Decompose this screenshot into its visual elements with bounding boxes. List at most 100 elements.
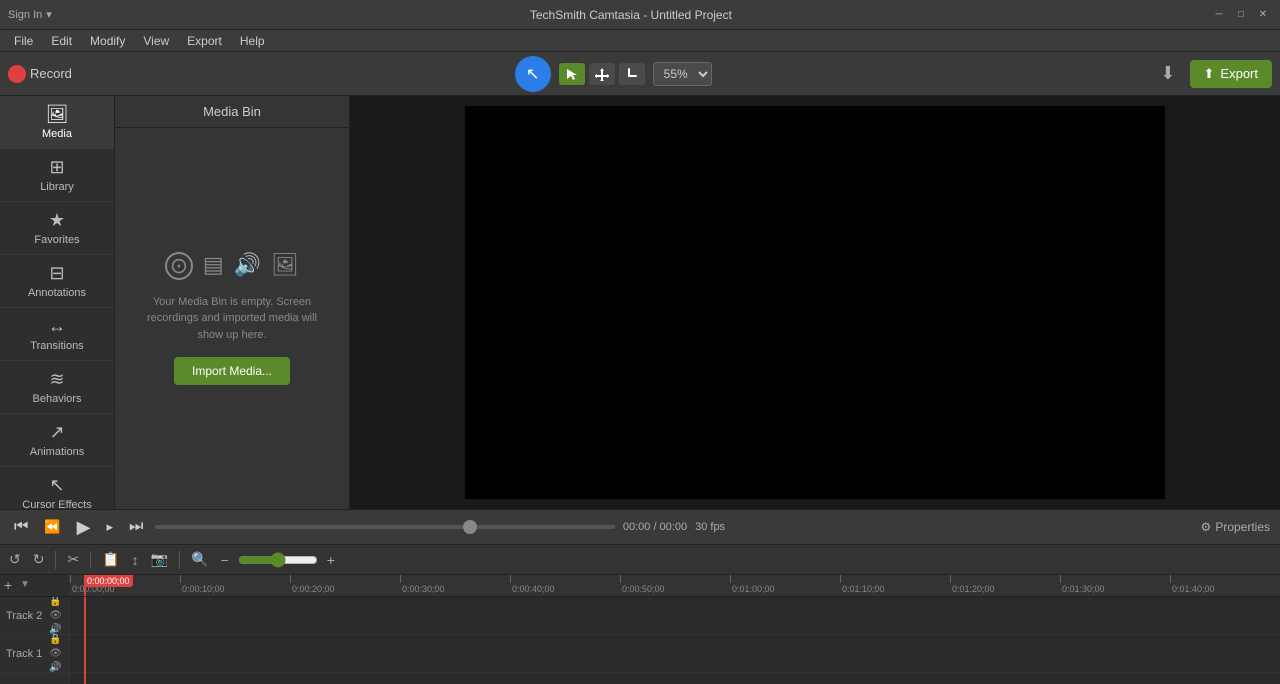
cut-button[interactable]: ✂: [64, 549, 82, 570]
track-2-label: Track 2: [6, 610, 42, 622]
sidebar-item-media[interactable]: 🖼 Media: [0, 96, 114, 149]
scrubber-thumb: [463, 520, 477, 534]
menu-file[interactable]: File: [6, 32, 41, 50]
preview-area: [350, 96, 1280, 509]
time-indicator: 0:00:00;00: [84, 575, 133, 587]
sidebar-item-behaviors[interactable]: ≋ Behaviors: [0, 361, 114, 414]
track-labels: Track 2 🔒 👁 🔊 Track 1 🔒 👁 🔊: [0, 597, 70, 684]
export-label: Export: [1220, 66, 1258, 81]
ruler-mark: 0:00:40;00: [510, 575, 555, 596]
timeline-track-content[interactable]: [70, 597, 1280, 684]
record-media-icon: ⊙: [165, 252, 193, 280]
select-tool-button[interactable]: [559, 63, 585, 85]
ruler-mark: 0:01:40;00: [1170, 575, 1215, 596]
main-content: 🖼 Media ⊞ Library ★ Favorites ⊟ Annotati…: [0, 96, 1280, 509]
track-row-1: [70, 635, 1280, 673]
behaviors-icon: ≋: [49, 369, 64, 390]
skip-forward-button[interactable]: ⏭: [125, 516, 147, 538]
menu-bar: File Edit Modify View Export Help: [0, 30, 1280, 52]
track-label-1: Track 1 🔒 👁 🔊: [0, 635, 69, 673]
snapshot-button[interactable]: 📷: [148, 549, 171, 570]
zoom-in-icon-button[interactable]: 🔍: [188, 549, 211, 570]
track-2-lock-button[interactable]: 🔒: [48, 597, 63, 608]
cursor-arrow-icon: ↖: [526, 64, 539, 84]
menu-modify[interactable]: Modify: [82, 32, 133, 50]
sidebar-label-transitions: Transitions: [30, 340, 83, 352]
gear-icon: ⚙: [1201, 520, 1212, 534]
ruler-mark: 0:00:30;00: [400, 575, 445, 596]
timeline-toolbar: ↺ ↻ ✂ 📋 ↕ 📷 🔍 − +: [0, 545, 1280, 575]
import-media-button[interactable]: Import Media...: [174, 357, 290, 385]
redo-button[interactable]: ↻: [30, 549, 48, 570]
cursor-indicator: ↖: [515, 56, 551, 92]
image-media-icon: 🖼: [271, 252, 299, 280]
zoom-in-button[interactable]: +: [324, 550, 338, 570]
menu-export[interactable]: Export: [179, 32, 230, 50]
play-button[interactable]: ▶: [73, 515, 95, 540]
ruler-mark: 0:01:20;00: [950, 575, 995, 596]
track-label-2: Track 2 🔒 👁 🔊: [0, 597, 69, 635]
playback-scrubber[interactable]: [155, 525, 614, 529]
preview-canvas: [465, 106, 1165, 499]
track-2-eye-button[interactable]: 👁: [48, 609, 63, 622]
sidebar-label-library: Library: [40, 181, 74, 193]
minimize-button[interactable]: ─: [1210, 6, 1228, 24]
undo-button[interactable]: ↺: [6, 549, 24, 570]
sidebar-item-library[interactable]: ⊞ Library: [0, 149, 114, 202]
properties-button[interactable]: ⚙ Properties: [1201, 520, 1270, 534]
sign-in-button[interactable]: Sign In ▾: [8, 8, 52, 21]
step-back-button[interactable]: ⏪: [40, 517, 64, 537]
export-button[interactable]: ⬆ Export: [1190, 60, 1272, 88]
close-button[interactable]: ✕: [1254, 6, 1272, 24]
media-icon: 🖼: [46, 104, 69, 125]
crop-tool-button[interactable]: [619, 63, 645, 85]
sidebar: 🖼 Media ⊞ Library ★ Favorites ⊟ Annotati…: [0, 96, 115, 509]
sidebar-item-animations[interactable]: ↗ Animations: [0, 414, 114, 467]
track-labels-header: + ▼: [0, 575, 70, 596]
download-icon-button[interactable]: ⬇: [1154, 61, 1181, 86]
cursor-effects-icon: ↖: [49, 475, 64, 496]
track-1-eye-button[interactable]: 👁: [48, 647, 63, 660]
sidebar-item-favorites[interactable]: ★ Favorites: [0, 202, 114, 255]
timeline-ruler-row: + ▼ 0:00:00;00 0:00:00;000:00:10;000:00:…: [0, 575, 1280, 597]
track-1-audio-button[interactable]: 🔊: [48, 661, 63, 674]
sidebar-label-annotations: Annotations: [28, 287, 86, 299]
track-1-lock-button[interactable]: 🔒: [48, 633, 63, 646]
sidebar-item-transitions[interactable]: ↔ Transitions: [0, 308, 114, 361]
toolbar-separator-1: [55, 551, 56, 569]
zoom-out-button[interactable]: −: [218, 550, 232, 570]
add-track-button[interactable]: +: [4, 577, 12, 593]
menu-view[interactable]: View: [135, 32, 177, 50]
export-icon: ⬆: [1204, 66, 1215, 82]
zoom-select[interactable]: 55%: [653, 62, 712, 86]
step-forward-button[interactable]: ▸: [102, 517, 117, 537]
favorites-icon: ★: [49, 210, 65, 231]
maximize-button[interactable]: □: [1232, 6, 1250, 24]
timeline-zoom-slider[interactable]: [238, 552, 318, 568]
split-button[interactable]: ↕: [129, 550, 142, 570]
ruler-mark: 0:00:10;00: [180, 575, 225, 596]
annotations-icon: ⊟: [49, 263, 64, 284]
sidebar-item-cursor-effects[interactable]: ↖ Cursor Effects: [0, 467, 114, 509]
media-type-icons: ⊙ ▤ 🔊 🖼: [165, 252, 299, 280]
move-tool-button[interactable]: [589, 63, 615, 85]
ruler-mark: 0:01:10;00: [840, 575, 885, 596]
record-button[interactable]: Record: [8, 65, 72, 83]
sidebar-item-annotations[interactable]: ⊟ Annotations: [0, 255, 114, 308]
animations-icon: ↗: [49, 422, 64, 443]
menu-help[interactable]: Help: [232, 32, 273, 50]
rewind-button[interactable]: ⏮: [10, 516, 32, 538]
sign-in-label: Sign In: [8, 9, 42, 21]
media-bin-header: Media Bin: [115, 96, 349, 128]
track-header-time: ▼: [20, 579, 30, 590]
record-icon: [8, 65, 26, 83]
properties-label: Properties: [1215, 520, 1270, 534]
menu-edit[interactable]: Edit: [43, 32, 80, 50]
sidebar-label-animations: Animations: [30, 446, 84, 458]
sidebar-label-favorites: Favorites: [34, 234, 79, 246]
ruler-mark: 0:01:00;00: [730, 575, 775, 596]
paste-button[interactable]: 📋: [99, 549, 122, 570]
timeline-ruler[interactable]: 0:00:00;00 0:00:00;000:00:10;000:00:20;0…: [70, 575, 1280, 596]
media-bin: Media Bin ⊙ ▤ 🔊 🖼 Your Media Bin is empt…: [115, 96, 350, 509]
library-icon: ⊞: [49, 157, 64, 178]
